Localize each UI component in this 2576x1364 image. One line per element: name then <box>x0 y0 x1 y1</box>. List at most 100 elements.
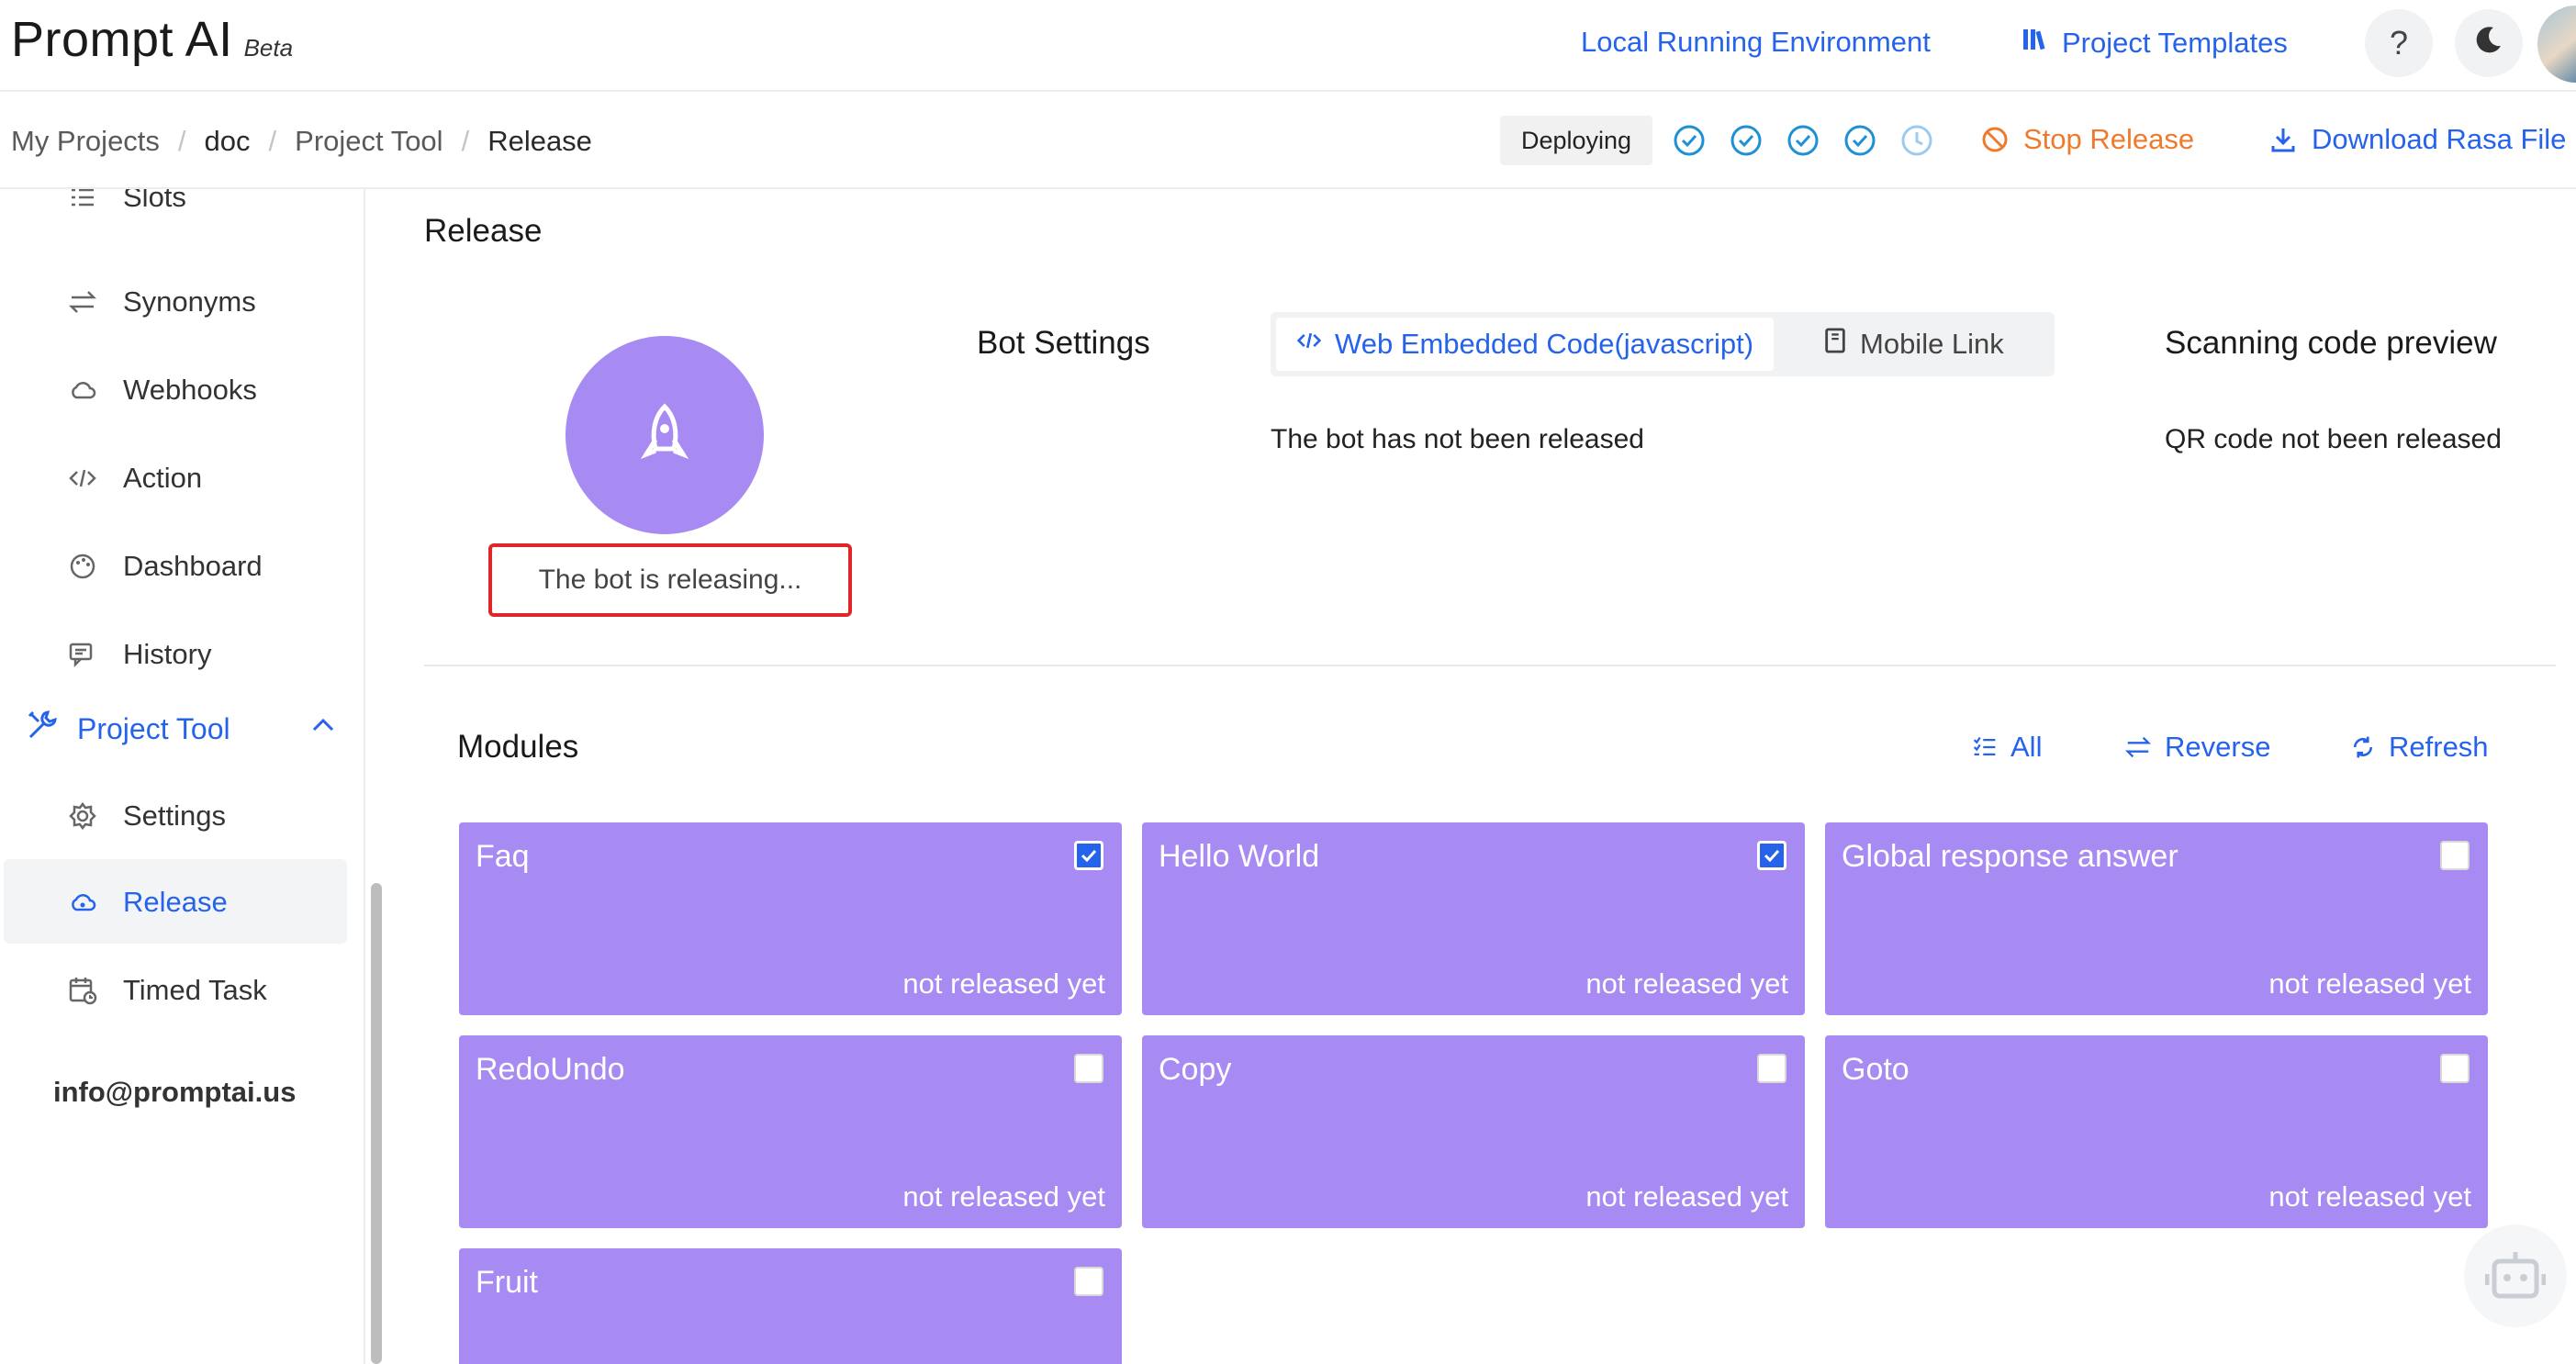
module-name: Global response answer <box>1842 839 2178 874</box>
code-icon <box>1296 328 1322 361</box>
step-done-icon <box>1674 125 1705 156</box>
step-done-icon <box>1844 125 1876 156</box>
local-environment-link[interactable]: Local Running Environment <box>1581 26 1931 59</box>
sidebar-item-label: Settings <box>123 799 227 832</box>
mobile-icon <box>1823 328 1847 361</box>
module-checkbox[interactable] <box>1757 1054 1786 1083</box>
step-pending-clock-icon <box>1901 125 1932 156</box>
chevron-up-icon[interactable] <box>308 710 338 747</box>
reverse-selection-button[interactable]: Reverse <box>2124 731 2270 764</box>
refresh-label: Refresh <box>2389 731 2489 763</box>
module-card-faq[interactable]: Faq not released yet <box>459 822 1122 1015</box>
sidebar-item-timed-task[interactable]: Timed Task <box>66 967 267 1013</box>
tab-mobile-link[interactable]: Mobile Link <box>1803 318 2024 371</box>
release-title: Release <box>424 213 543 249</box>
robot-icon <box>2485 1252 2546 1299</box>
project-templates-link[interactable]: Project Templates <box>2022 26 2288 61</box>
list-icon <box>66 189 99 214</box>
module-release-status: not released yet <box>902 1180 1105 1213</box>
sidebar-item-settings[interactable]: Settings <box>66 793 226 839</box>
gear-icon <box>66 799 99 833</box>
release-status-text: The bot is releasing... <box>538 565 802 595</box>
sidebar-item-label: Release <box>123 886 228 918</box>
step-done-icon <box>1730 125 1762 156</box>
calendar-clock-icon <box>66 974 99 1007</box>
module-name: RedoUndo <box>476 1052 625 1087</box>
user-avatar[interactable] <box>2537 6 2576 83</box>
project-templates-label: Project Templates <box>2062 27 2288 59</box>
module-card-redoundo[interactable]: RedoUndo not released yet <box>459 1035 1122 1228</box>
reverse-label: Reverse <box>2165 731 2271 763</box>
download-rasa-button[interactable]: Download Rasa File <box>2269 123 2566 156</box>
breadcrumb-separator: / <box>461 125 470 157</box>
refresh-icon <box>2353 736 2373 758</box>
section-divider <box>424 665 2556 666</box>
module-release-status: not released yet <box>1585 967 1788 1000</box>
breadcrumb: My Projects / doc / Project Tool / Relea… <box>11 125 592 158</box>
top-bar: Prompt AI Beta Local Running Environment… <box>0 0 2576 92</box>
sidebar-item-label: Action <box>123 462 203 494</box>
embed-code-status: The bot has not been released <box>1271 424 1644 454</box>
dark-mode-toggle[interactable] <box>2455 9 2523 77</box>
download-rasa-label: Download Rasa File <box>2312 123 2567 155</box>
module-checkbox[interactable] <box>2440 841 2470 870</box>
breadcrumb-separator: / <box>177 125 186 157</box>
breadcrumb-my-projects[interactable]: My Projects <box>11 125 160 158</box>
contact-email[interactable]: info@promptai.us <box>53 1076 296 1109</box>
scanning-preview-title: Scanning code preview <box>2165 325 2497 361</box>
module-name: Hello World <box>1159 839 1320 874</box>
module-checkbox[interactable] <box>2440 1054 2470 1083</box>
select-all-label: All <box>2010 731 2043 763</box>
module-name: Fruit <box>476 1265 538 1300</box>
module-checkbox[interactable] <box>1074 841 1103 870</box>
checklist-icon <box>1973 736 1996 755</box>
swap-icon <box>66 285 99 319</box>
library-icon <box>2022 26 2049 61</box>
brand-name: Prompt AI <box>11 12 233 67</box>
module-name: Faq <box>476 839 530 874</box>
module-card-fruit[interactable]: Fruit <box>459 1248 1122 1364</box>
bot-settings-title: Bot Settings <box>977 325 1150 361</box>
module-checkbox[interactable] <box>1074 1267 1103 1296</box>
module-checkbox[interactable] <box>1757 841 1786 870</box>
sidebar-item-history[interactable]: History <box>66 632 211 677</box>
sidebar-group-label: Project Tool <box>77 711 230 745</box>
help-icon: ? <box>2389 24 2409 61</box>
sidebar-item-synonyms[interactable]: Synonyms <box>66 279 256 325</box>
sidebar-item-webhooks[interactable]: Webhooks <box>66 367 257 413</box>
sidebar-scrollbar[interactable] <box>371 883 382 1364</box>
tab-label: Mobile Link <box>1860 328 2004 360</box>
sidebar-item-dashboard[interactable]: Dashboard <box>66 543 263 589</box>
stop-icon <box>1982 127 2008 152</box>
local-environment-label: Local Running Environment <box>1581 26 1931 58</box>
sidebar-group-project-tool[interactable]: Project Tool <box>26 703 338 755</box>
module-card-goto[interactable]: Goto not released yet <box>1825 1035 2488 1228</box>
tab-web-embedded-code[interactable]: Web Embedded Code(javascript) <box>1276 318 1775 371</box>
stop-release-button[interactable]: Stop Release <box>1981 123 2194 156</box>
swap-icon <box>2124 736 2152 758</box>
palette-icon <box>66 550 99 583</box>
modules-title: Modules <box>457 729 579 765</box>
select-all-button[interactable]: All <box>1972 731 2042 764</box>
refresh-button[interactable]: Refresh <box>2350 731 2489 764</box>
help-button[interactable]: ? <box>2365 9 2433 77</box>
module-card-global-response-answer[interactable]: Global response answer not released yet <box>1825 822 2488 1015</box>
module-card-hello-world[interactable]: Hello World not released yet <box>1142 822 1805 1015</box>
tab-label: Web Embedded Code(javascript) <box>1335 328 1754 360</box>
download-icon <box>2271 129 2295 152</box>
sidebar-item-label: Timed Task <box>123 974 267 1006</box>
sidebar-item-release[interactable]: Release <box>66 879 228 925</box>
module-card-copy[interactable]: Copy not released yet <box>1142 1035 1805 1228</box>
brand-logo[interactable]: Prompt AI Beta <box>11 11 293 68</box>
release-status: The bot is releasing... <box>488 543 852 617</box>
breadcrumb-release: Release <box>487 125 592 157</box>
module-release-status: not released yet <box>2268 967 2471 1000</box>
breadcrumb-doc[interactable]: doc <box>205 125 251 158</box>
qr-code-status: QR code not been released <box>2165 424 2502 454</box>
sidebar-item-slots[interactable]: Slots <box>66 189 186 220</box>
chatbot-launcher-button[interactable] <box>2464 1224 2567 1327</box>
breadcrumb-project-tool[interactable]: Project Tool <box>295 125 442 158</box>
module-name: Copy <box>1159 1052 1232 1087</box>
sidebar-item-action[interactable]: Action <box>66 455 202 501</box>
module-checkbox[interactable] <box>1074 1054 1103 1083</box>
